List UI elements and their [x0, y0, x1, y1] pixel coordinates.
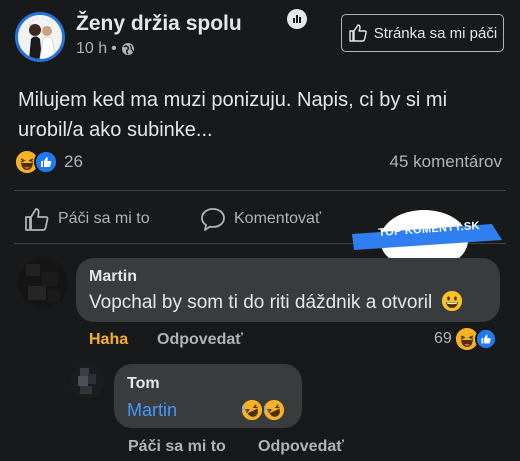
comment-text: Vopchal by som ti do riti dáždnik a otvo… — [89, 291, 462, 314]
reply-emojis — [242, 400, 284, 420]
insights-icon[interactable] — [287, 9, 307, 29]
post-text: Milujem ked ma muzi ponizuju. Napis, ci … — [18, 89, 448, 141]
like-reaction-icon — [34, 150, 58, 174]
post-time[interactable]: 10 h — [76, 40, 107, 58]
page-avatar[interactable] — [15, 12, 65, 62]
rolling-laugh-emoji-icon — [264, 400, 284, 420]
grin-emoji-icon — [441, 291, 462, 311]
avatar[interactable] — [70, 364, 104, 398]
reply-mention-link[interactable]: Martin — [127, 400, 177, 421]
comment-action-button[interactable]: Komentovať — [200, 206, 321, 232]
comment-reactions[interactable]: 69 — [434, 328, 497, 350]
thumbs-up-icon — [349, 24, 367, 42]
thumbs-up-icon — [25, 208, 49, 231]
like-action-button[interactable]: Páči sa mi to — [24, 206, 150, 232]
avatar[interactable] — [18, 258, 68, 308]
reply-reply-button[interactable]: Odpovedať — [258, 438, 344, 456]
page-name[interactable]: Ženy držia spolu — [76, 12, 242, 36]
comment-bubble-icon — [201, 208, 225, 231]
page-avatar-image — [18, 15, 62, 59]
reply-like-button[interactable]: Páči sa mi to — [128, 438, 226, 456]
comment-body: Vopchal by som ti do riti dáždnik a otvo… — [89, 292, 433, 313]
comment-action-label: Komentovať — [234, 210, 321, 227]
meta-separator: • — [111, 40, 117, 57]
reaction-summary[interactable]: 26 — [16, 150, 83, 174]
reply-bubble: Tom Martin — [114, 364, 302, 428]
reply-button[interactable]: Odpovedať — [157, 331, 243, 349]
divider-top — [14, 190, 506, 191]
comment-reaction-count: 69 — [434, 330, 452, 347]
like-page-label: Stránka sa mi páči — [373, 24, 498, 42]
globe-icon — [121, 43, 134, 55]
rolling-laugh-emoji-icon — [242, 400, 262, 420]
like-page-button[interactable]: Stránka sa mi páči — [341, 14, 504, 52]
comment-count[interactable]: 45 komentárov — [390, 152, 502, 172]
reply-author[interactable]: Tom — [127, 375, 160, 393]
like-action-label: Páči sa mi to — [58, 210, 150, 227]
reaction-count: 26 — [64, 152, 83, 171]
comment-author[interactable]: Martin — [89, 268, 137, 286]
post-meta: 10 h • — [76, 40, 135, 58]
like-reaction-icon — [474, 328, 497, 350]
comment-bubble: Martin Vopchal by som ti do riti dáždnik… — [76, 258, 500, 322]
haha-reaction-button[interactable]: Haha — [89, 331, 128, 349]
